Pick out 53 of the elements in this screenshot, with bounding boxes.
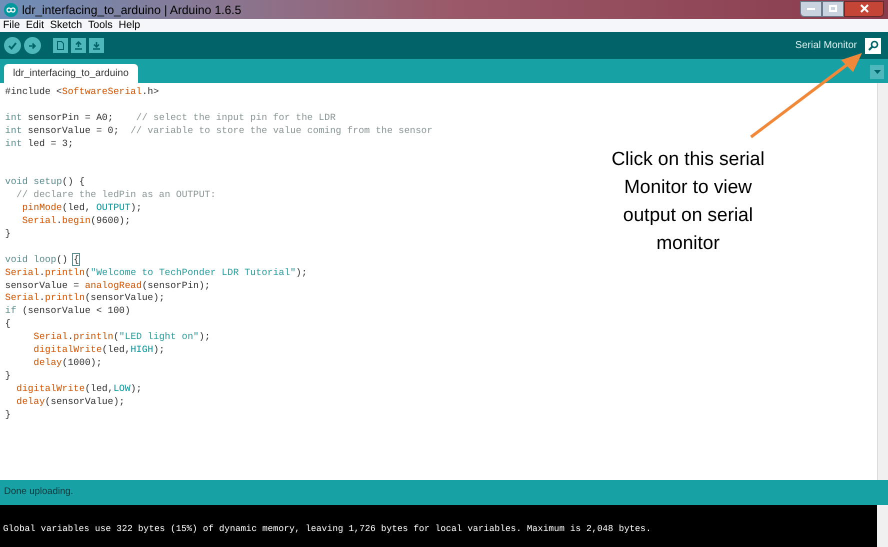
down-arrow-icon — [92, 41, 101, 50]
serial-monitor-label: Serial Monitor — [795, 39, 857, 53]
menu-item[interactable]: Sketch — [50, 20, 82, 31]
code-line: int led = 3; — [5, 138, 74, 151]
open-button[interactable] — [71, 38, 86, 53]
code-line: sensorValue = analogRead(sensorPin); — [5, 280, 210, 292]
code-line: void setup() { — [5, 176, 85, 190]
serial-monitor-button[interactable] — [865, 38, 881, 54]
close-icon — [860, 4, 868, 13]
tab-menu-button[interactable] — [870, 65, 884, 79]
code-line: } — [5, 228, 11, 241]
code-line: delay(sensorValue); — [15, 396, 125, 409]
new-button[interactable] — [53, 38, 68, 53]
editor-tab[interactable]: ldr_interfacing_to_arduino — [4, 64, 138, 83]
upload-button[interactable] — [24, 37, 41, 54]
menu-item[interactable]: Tools — [88, 20, 113, 31]
code-line: Serial.println(sensorValue); — [5, 292, 165, 306]
code-line: delay(1000); — [32, 356, 102, 370]
code-line: digitalWrite(led,HIGH); — [32, 344, 165, 357]
up-arrow-icon — [74, 41, 83, 50]
close-button[interactable] — [844, 0, 884, 16]
code-line: #include <SoftwareSerial.h> — [5, 86, 159, 99]
right-arrow-icon — [28, 42, 37, 50]
menu-item[interactable]: Edit — [26, 20, 44, 31]
code-line: } — [5, 370, 11, 383]
code-line: int sensorPin = A0; // select the input pin for the LDR — [5, 112, 336, 125]
console-line: Global variables use 322 bytes (15%) of dynamic memory, leaving 1,726 bytes for local variables. Maximum is 2,048 bytes. — [3, 523, 652, 535]
save-button[interactable] — [89, 38, 104, 53]
code-line: Serial.println("LED light on"); — [32, 331, 210, 344]
code-line: pinMode(led, OUTPUT); — [21, 202, 142, 216]
magnifier-icon — [868, 40, 878, 51]
code-line: // declare the ledPin as an OUTPUT: — [15, 189, 216, 202]
menu-item[interactable]: File — [3, 20, 20, 31]
code-line: digitalWrite(led,LOW); — [15, 382, 142, 396]
checkmark-icon — [8, 42, 17, 50]
annotation-text: Click on this serial Monitor to view output on serial monitor — [610, 148, 766, 256]
code-line: } — [5, 408, 11, 422]
maximize-button[interactable] — [822, 0, 844, 16]
menu-item[interactable]: Help — [118, 20, 140, 31]
infinity-logo-icon — [4, 2, 18, 16]
verify-button[interactable] — [4, 37, 21, 54]
code-line: Serial.begin(9600); — [21, 215, 130, 228]
window-title: ldr_interfacing_to_arduino | Arduino 1.6.5 — [22, 2, 242, 18]
caret-down-icon — [874, 70, 880, 74]
code-line: if (sensorValue < 100) — [5, 305, 130, 318]
console-scrollbar — [877, 505, 888, 547]
code-line: void loop() { — [5, 254, 80, 267]
minimize-button[interactable] — [800, 0, 822, 16]
document-icon — [57, 41, 64, 50]
code-line: { — [5, 318, 11, 332]
code-line: int sensorValue = 0; // variable to store the value coming from the sensor — [5, 124, 433, 138]
code-line: Serial.println("Welcome to TechPonder LDR Tutorial"); — [5, 266, 308, 280]
status-text: Done uploading. — [4, 485, 74, 500]
